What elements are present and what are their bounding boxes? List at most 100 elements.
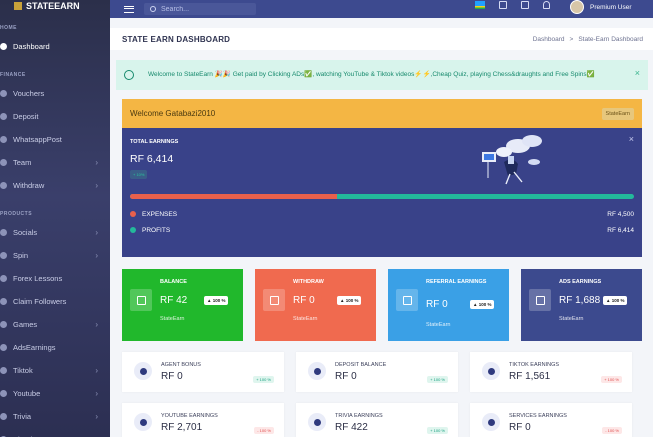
alert-message: Welcome to StateEarn 🎉🎉 Get paid by Clic… (148, 71, 595, 78)
stat-title: WITHDRAW (293, 279, 324, 285)
sidebar-item-games[interactable]: Games › (0, 313, 110, 336)
stat-sub: StateEarn (426, 322, 451, 328)
stat-title: BALANCE (160, 279, 187, 285)
stat-card-withdraw[interactable]: WITHDRAW RF 0 ▲ 100 % StateEarn (255, 269, 376, 341)
spin-icon (0, 252, 7, 259)
stat-card-balance[interactable]: BALANCE RF 42 ▲ 100 % StateEarn (122, 269, 243, 341)
stat-icon (396, 289, 418, 311)
card-close-icon[interactable]: × (629, 134, 634, 144)
chevron-right-icon: › (95, 181, 98, 190)
stat-card-ads-earnings[interactable]: ADS EARNINGS RF 1,688 ▲ 100 % StateEarn (521, 269, 642, 341)
stat-value: RF 0 (426, 299, 448, 310)
sidebar-item-whatsapppost[interactable]: WhatsappPost (0, 128, 110, 151)
mini-card-services-earnings[interactable]: SERVICES EARNINGS RF 0 - 100 % (470, 403, 632, 437)
total-earnings-value: RF 6,414 (130, 153, 174, 165)
sidebar-item-label: Tiktok (13, 366, 33, 375)
expenses-dot-icon (130, 211, 136, 218)
search-input[interactable] (161, 5, 251, 13)
sidebar-item-label: Vouchers (13, 89, 45, 98)
sidebar-item-label: Youtube (13, 389, 41, 398)
mini-value: RF 0 (161, 371, 183, 382)
sidebar-item-label: Deposit (13, 112, 39, 121)
welcome-alert: Welcome to StateEarn 🎉🎉 Get paid by Clic… (116, 60, 648, 90)
mini-value: RF 0 (509, 422, 531, 433)
breadcrumb-dashboard[interactable]: Dashboard (533, 36, 565, 43)
language-flag-icon[interactable] (475, 1, 485, 9)
withdraw-icon (0, 182, 7, 189)
sidebar-item-socials[interactable]: Socials › (0, 221, 110, 244)
followers-icon (0, 298, 7, 305)
deposit-icon (0, 113, 7, 120)
sidebar-item-label: Spin (13, 251, 29, 260)
user-name: Premium User (590, 3, 632, 11)
stat-card-referral-earnings[interactable]: REFERRAL EARNINGS RF 0 ▲ 100 % StateEarn (388, 269, 509, 341)
alert-info-icon (124, 70, 134, 80)
expenses-fill (130, 194, 337, 199)
sidebar-item-adsearnings[interactable]: AdsEarnings (0, 336, 110, 359)
stat-value: RF 1,688 (559, 295, 601, 306)
sidebar-item-dashboard[interactable]: Dashboard (0, 35, 110, 58)
chevron-right-icon: › (95, 320, 98, 329)
search-box[interactable] (144, 3, 256, 15)
mini-card-tiktok-earnings[interactable]: TIKTOK EARNINGS RF 1,561 + 100 % (470, 352, 632, 392)
games-icon (0, 321, 7, 328)
sidebar-item-deposit[interactable]: Deposit (0, 105, 110, 128)
page-header: STATE EARN DASHBOARD Dashboard > State-E… (110, 28, 653, 50)
fullscreen-icon[interactable] (521, 1, 529, 9)
mini-card-trivia-earnings[interactable]: TRIVIA EARNINGS RF 422 + 100 % (296, 403, 458, 437)
breadcrumb-current: State-Earn Dashboard (578, 35, 643, 43)
search-icon (150, 6, 156, 12)
sidebar-item-trivia[interactable]: Trivia › (0, 405, 110, 428)
sidebar-item-team[interactable]: Team › (0, 151, 110, 174)
chevron-right-icon: › (95, 251, 98, 260)
sidebar-section-title: HOME (0, 25, 17, 31)
earnings-card: Welcome Gatabazi2010 StateEarn TOTAL EAR… (122, 99, 642, 257)
sidebar-item-vouchers[interactable]: Vouchers (0, 82, 110, 105)
menu-toggle-icon[interactable] (124, 5, 134, 13)
youtube-icon (0, 390, 7, 397)
stat-sub: StateEarn (293, 316, 318, 322)
sidebar-item-label: Forex Lessons (13, 274, 63, 283)
topbar: Premium User (110, 0, 653, 18)
sidebar-item-forex-lessons[interactable]: Forex Lessons (0, 267, 110, 290)
page-title: STATE EARN DASHBOARD (122, 34, 231, 44)
expenses-row: EXPENSES RF 4,500 (130, 211, 634, 218)
mini-value: RF 0 (335, 371, 357, 382)
expenses-profits-bar (130, 194, 634, 199)
mini-percent: - 100 % (254, 427, 274, 434)
total-earnings-label: TOTAL EARNINGS (130, 139, 179, 145)
grid-icon[interactable] (499, 1, 507, 9)
trivia-icon (0, 413, 7, 420)
avatar (570, 0, 584, 14)
stat-percent: ▲ 100 % (337, 296, 362, 305)
topbar-icons (475, 0, 550, 10)
mini-card-icon (134, 413, 152, 431)
socials-icon (0, 229, 7, 236)
notification-bell-icon[interactable] (543, 1, 550, 9)
sidebar-section-title: FINANCE (0, 72, 26, 78)
sidebar-item-withdraw[interactable]: Withdraw › (0, 174, 110, 197)
sidebar-item-tiktok[interactable]: Tiktok › (0, 359, 110, 382)
team-icon (0, 159, 7, 166)
brand-logo-icon (14, 2, 22, 10)
welcome-greeting: Welcome Gatabazi2010 (130, 109, 216, 118)
mini-card-icon (134, 362, 152, 380)
stat-title: REFERRAL EARNINGS (426, 279, 487, 285)
tiktok-icon (0, 367, 7, 374)
sidebar-item-claim-followers[interactable]: Claim Followers (0, 290, 110, 313)
analytics-illustration-icon (482, 135, 542, 185)
mini-card-deposit-balance[interactable]: DEPOSIT BALANCE RF 0 + 100 % (296, 352, 458, 392)
sidebar-item-label: Team (13, 158, 32, 167)
sidebar-item-ebooks[interactable]: Ebooks (0, 428, 110, 437)
mini-card-icon (308, 413, 326, 431)
sidebar-nav: HOME Dashboard FINANCE Vouchers Deposit Whats… (0, 12, 110, 437)
alert-close-icon[interactable]: × (635, 68, 640, 78)
sidebar-item-label: Claim Followers (13, 297, 67, 306)
sidebar-item-spin[interactable]: Spin › (0, 244, 110, 267)
mini-card-agent-bonus[interactable]: AGENT BONUS RF 0 + 100 % (122, 352, 284, 392)
mini-card-youtube-earnings[interactable]: YOUTUBE EARNINGS RF 2,701 - 100 % (122, 403, 284, 437)
brand[interactable]: STATEEARN (0, 0, 110, 12)
chevron-right-icon: › (95, 228, 98, 237)
user-menu[interactable]: Premium User (570, 0, 632, 14)
sidebar-item-youtube[interactable]: Youtube › (0, 382, 110, 405)
